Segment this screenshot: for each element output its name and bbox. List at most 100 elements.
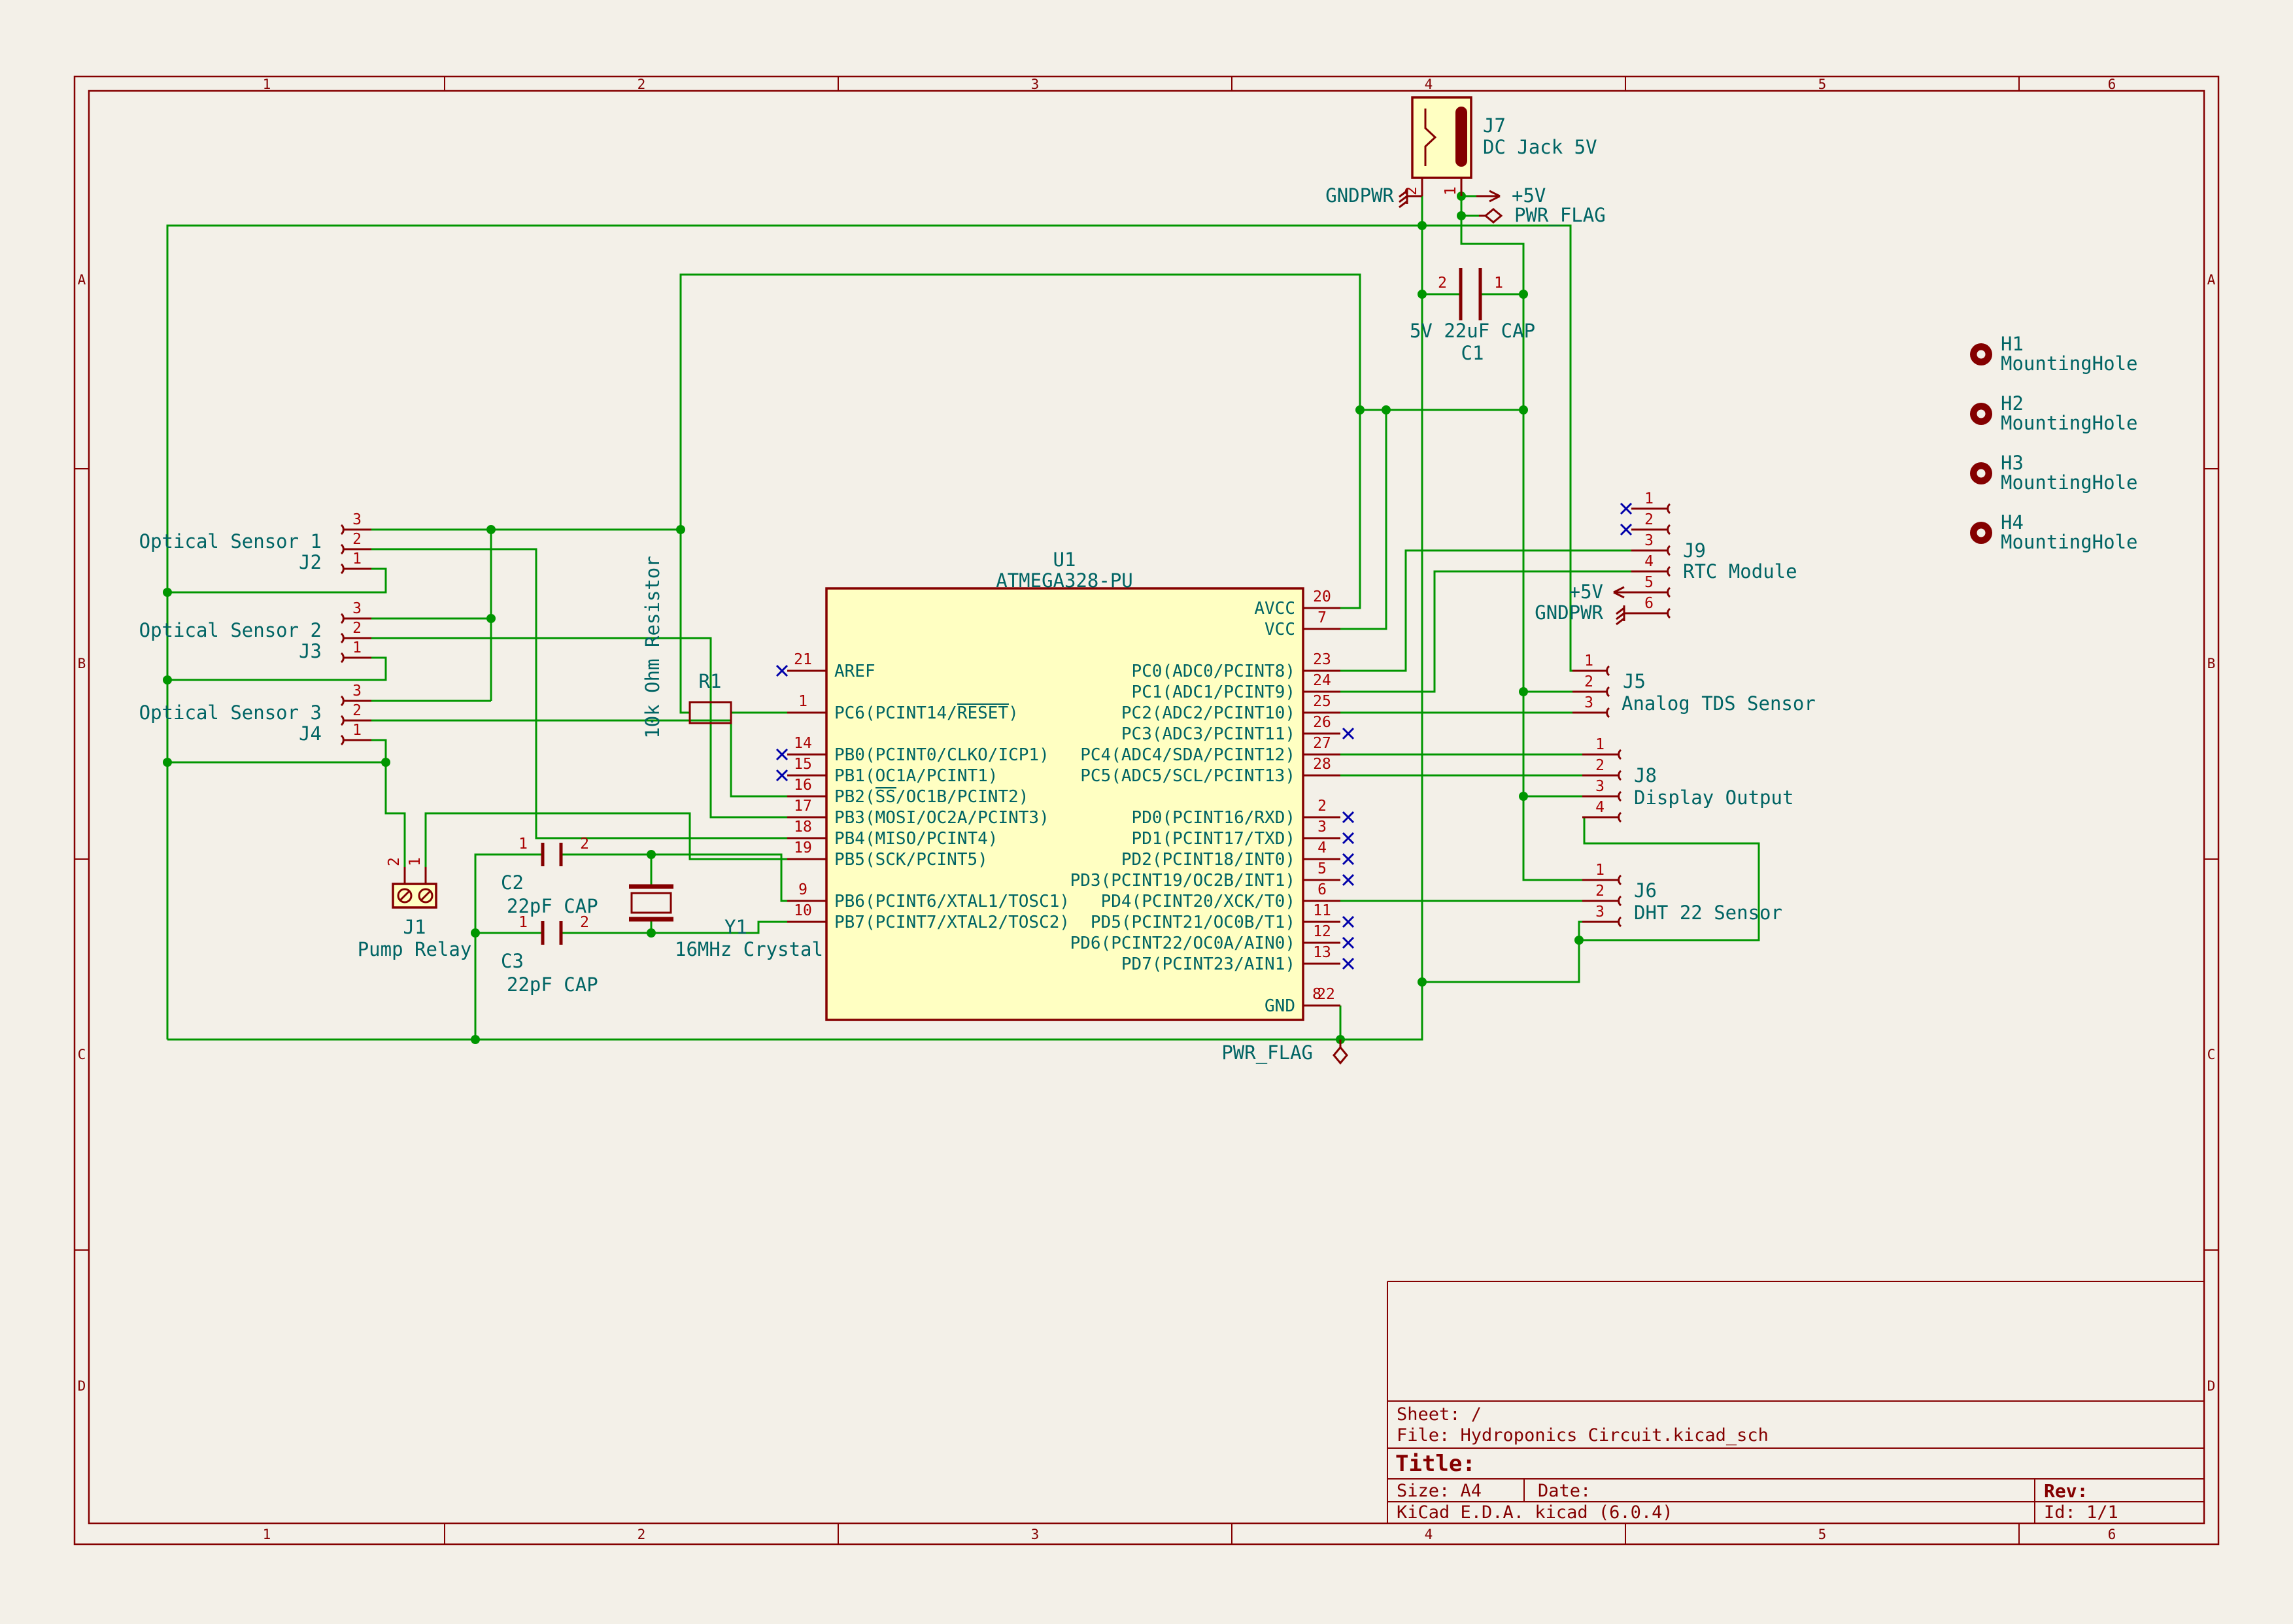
mounting-hole-h2[interactable]: H2 MountingHole <box>1970 392 2138 434</box>
col-label: 6 <box>2108 1527 2116 1542</box>
pin-name: PD0(PCINT16/RXD) <box>1132 808 1295 828</box>
power-plus5v-top[interactable]: +5V <box>1476 184 1546 207</box>
connector-j7[interactable]: 2 1 J7 DC Jack 5V <box>1403 97 1597 196</box>
pin-number: 2 <box>580 914 589 931</box>
col-label: 3 <box>1031 76 1040 92</box>
pin-number: 2 <box>1644 511 1654 528</box>
pin-number: 17 <box>794 798 812 815</box>
size-field: Size: A4 <box>1397 1481 1482 1501</box>
chip-ref: U1 <box>1053 549 1076 571</box>
pin-name: PB2(SS/OC1B/PCINT2) <box>834 787 1028 807</box>
resistor-ref: R1 <box>699 670 722 692</box>
power-flag-bottom[interactable]: PWR_FLAG <box>1221 1040 1347 1064</box>
mounting-hole-h4[interactable]: H4 MountingHole <box>1970 511 2138 553</box>
pin-number: 10 <box>794 902 812 919</box>
pin-name: PD5(PCINT21/OC0B/T1) <box>1091 913 1295 932</box>
capacitor-ref: C1 <box>1461 342 1484 364</box>
hole-ref: H2 <box>2001 392 2024 414</box>
pin-name: PC0(ADC0/PCINT8) <box>1132 662 1295 681</box>
row-label: A <box>78 272 86 288</box>
pin-number: 1 <box>1595 736 1605 753</box>
pin-number: 1 <box>407 857 424 866</box>
hole-ref: H1 <box>2001 333 2024 355</box>
pin-number: 2 <box>1595 757 1605 774</box>
pin-name: PC6(PCINT14/RESET) <box>834 703 1019 723</box>
pin-name: AREF <box>834 662 875 681</box>
capacitor-c2[interactable]: 1 2 C2 22pF CAP <box>501 836 598 917</box>
plus5v-arrow-icon <box>1476 191 1500 201</box>
power-flag-top[interactable]: PWR_FLAG <box>1479 204 1606 227</box>
pin-name: PD4(PCINT20/XCK/T0) <box>1101 892 1295 911</box>
connector-desc: Display Output <box>1634 787 1793 809</box>
col-label: 4 <box>1425 76 1433 92</box>
pin-name: PB7(PCINT7/XTAL2/TOSC2) <box>834 913 1070 932</box>
pin-number: 6 <box>1317 881 1327 898</box>
pin-number: 4 <box>1317 839 1327 856</box>
capacitor-c3[interactable]: 1 2 C3 22pF CAP <box>501 914 598 996</box>
connector-j3[interactable]: 3 2 1 Optical Sensor 2 J3 <box>139 600 371 662</box>
row-label: D <box>2207 1378 2216 1394</box>
pin-number: 24 <box>1313 672 1331 689</box>
col-label: 5 <box>1818 76 1827 92</box>
pin-number: 6 <box>1644 595 1654 612</box>
pin-name: PD7(PCINT23/AIN1) <box>1121 955 1295 974</box>
pin-number: 18 <box>794 819 812 836</box>
pin-number: 3 <box>1595 904 1605 921</box>
pin-number: 26 <box>1313 714 1331 731</box>
pwr-flag-icon <box>1334 1047 1347 1063</box>
capacitor-ref: C3 <box>501 950 524 972</box>
power-label: PWR_FLAG <box>1514 204 1606 227</box>
pin-number: 21 <box>794 651 812 668</box>
title-block: Sheet: / File: Hydroponics Circuit.kicad… <box>1387 1281 2204 1523</box>
connector-desc: Optical Sensor 3 <box>139 702 322 724</box>
pin-name: PC1(ADC1/PCINT9) <box>1132 683 1295 702</box>
pin-number: 27 <box>1313 735 1331 752</box>
pin-number: 2 <box>352 531 362 548</box>
col-label: 1 <box>263 76 271 92</box>
crystal-value: 16MHz Crystal <box>675 938 823 960</box>
pin-name: PC4(ADC4/SDA/PCINT12) <box>1080 745 1295 765</box>
pin-name: PB5(SCK/PCINT5) <box>834 850 988 870</box>
pin-number: 2 <box>1317 798 1327 815</box>
col-label: 5 <box>1818 1527 1827 1542</box>
pin-number: 5 <box>1317 860 1327 877</box>
capacitor-value: 5V 22uF CAP <box>1410 320 1535 342</box>
hole-ref: H4 <box>2001 511 2024 533</box>
chip-u1[interactable]: U1 ATMEGA328-PU 21 1 14 15 16 17 18 19 9… <box>777 549 1353 1020</box>
connector-ref: J4 <box>299 722 322 745</box>
connector-desc: DHT 22 Sensor <box>1634 902 1782 924</box>
pin-name: PD1(PCINT17/TXD) <box>1132 829 1295 849</box>
pin-number: 1 <box>798 693 807 710</box>
connector-ref: J1 <box>403 916 426 938</box>
pin-name: PD2(PCINT18/INT0) <box>1121 850 1295 870</box>
gndpwr-icon <box>1616 605 1631 624</box>
mounting-hole-h3[interactable]: H3 MountingHole <box>1970 452 2138 494</box>
pin-number: 1 <box>1494 275 1503 292</box>
pin-name: PC5(ADC5/SCL/PCINT13) <box>1080 766 1295 786</box>
connector-ref: J3 <box>299 640 322 662</box>
pin-number: 15 <box>794 756 812 773</box>
connector-ref: J5 <box>1623 670 1646 692</box>
pin-number: 12 <box>1313 923 1331 940</box>
pin-number: 25 <box>1313 693 1331 710</box>
resistor-r1[interactable]: R1 10k Ohm Resistor <box>641 556 731 738</box>
schematic-canvas[interactable]: 1 2 3 4 5 6 1 2 3 4 5 6 A B C D A B C D … <box>0 0 2293 1621</box>
connector-j6[interactable]: 1 2 3 J6 DHT 22 Sensor <box>1582 862 1782 926</box>
connector-j9[interactable]: 1 2 3 4 5 6 J9 RTC Module +5V GNDPWR <box>1535 490 1797 624</box>
mounting-hole-h1[interactable]: H1 MountingHole <box>1970 333 2138 375</box>
pin-number: 3 <box>352 511 362 528</box>
row-label: B <box>78 656 86 671</box>
hole-value: MountingHole <box>2001 471 2138 494</box>
connector-j8[interactable]: 1 2 3 4 J8 Display Output <box>1582 736 1793 822</box>
col-label: 6 <box>2108 76 2116 92</box>
pin-number: 5 <box>1644 574 1654 591</box>
connector-j1[interactable]: 2 1 J1 Pump Relay <box>358 857 472 960</box>
capacitor-c1[interactable]: 2 1 5V 22uF CAP C1 <box>1410 268 1535 364</box>
pin-number: 28 <box>1313 756 1331 773</box>
connector-j2[interactable]: 3 2 1 Optical Sensor 1 J2 <box>139 511 371 573</box>
connector-j5[interactable]: 1 2 3 J5 Analog TDS Sensor <box>1572 652 1816 717</box>
connector-j4[interactable]: 3 2 1 Optical Sensor 3 J4 <box>139 683 371 745</box>
pin-number: 2 <box>1595 883 1605 900</box>
power-label: PWR_FLAG <box>1221 1041 1313 1064</box>
crystal-y1[interactable]: Y1 16MHz Crystal <box>629 887 823 960</box>
